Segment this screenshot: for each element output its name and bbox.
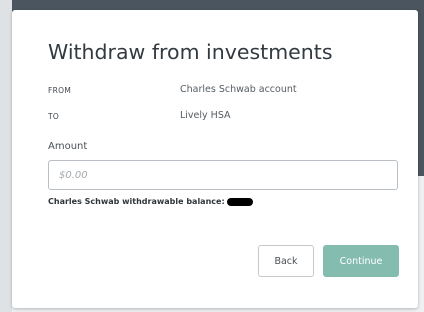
page-backdrop-edge [0, 0, 12, 312]
redacted-balance-value [226, 197, 253, 206]
amount-label: Amount [48, 141, 88, 152]
from-value: Charles Schwab account [180, 84, 297, 95]
withdrawable-balance: Charles Schwab withdrawable balance: [48, 197, 253, 206]
to-label: TO [48, 112, 60, 121]
from-label: FROM [48, 86, 72, 95]
continue-button[interactable]: Continue [323, 245, 399, 277]
amount-input[interactable] [48, 160, 398, 190]
balance-label: Charles Schwab withdrawable balance: [48, 197, 225, 206]
to-value: Lively HSA [180, 110, 231, 121]
dialog-title: Withdraw from investments [48, 40, 333, 64]
withdraw-dialog: Withdraw from investments FROM Charles S… [12, 10, 418, 308]
back-button[interactable]: Back [258, 245, 314, 277]
